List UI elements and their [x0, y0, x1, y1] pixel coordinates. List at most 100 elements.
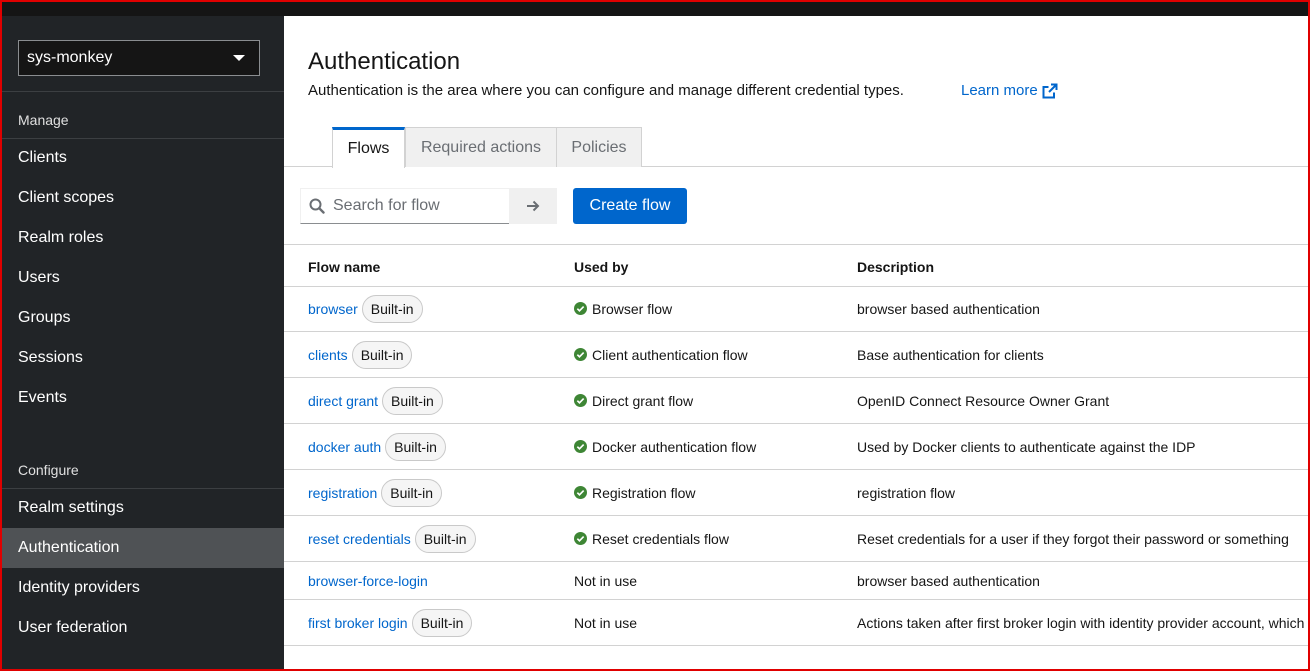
- flow-name-cell: clients Built-in: [308, 332, 413, 377]
- learn-more-label: Learn more: [961, 82, 1038, 99]
- column-header-used-by[interactable]: Used by: [574, 259, 628, 275]
- used-by-label: Direct grant flow: [592, 392, 694, 409]
- flow-name-link[interactable]: reset credentials: [308, 531, 411, 547]
- tab-label: Required actions: [420, 138, 542, 156]
- built-in-badge: Built-in: [385, 432, 446, 461]
- tab-policies[interactable]: Policies: [556, 127, 642, 167]
- sidebar-item-sessions[interactable]: Sessions: [0, 338, 284, 378]
- check-circle-icon: [574, 532, 587, 545]
- tab-required-actions[interactable]: Required actions: [405, 127, 557, 167]
- page-title: Authentication: [308, 48, 461, 75]
- table-row: docker auth Built-in Docker authentication…: [284, 424, 1310, 470]
- built-in-badge: Built-in: [411, 608, 473, 637]
- flow-name-link[interactable]: direct grant: [308, 393, 378, 409]
- built-in-badge: Built-in: [351, 340, 413, 369]
- flow-name-link[interactable]: registration: [308, 485, 377, 501]
- section-title-manage: Manage: [18, 112, 69, 128]
- table-row: browser Built-in Browser flow browser based…: [284, 286, 1310, 332]
- table-row: clients Built-in Client authentication flo…: [284, 332, 1310, 378]
- description-cell: browser based authentication: [857, 572, 1040, 589]
- used-by-cell: Docker authentication flow: [574, 424, 756, 469]
- sidebar-item-label: Events: [18, 389, 67, 406]
- description-cell: browser based authentication: [857, 300, 1040, 317]
- sidebar-item-label: User federation: [18, 619, 128, 636]
- flow-name-cell: direct grant Built-in: [308, 378, 443, 423]
- sidebar-item-label: Realm roles: [18, 229, 104, 246]
- search-input[interactable]: [333, 197, 503, 215]
- sidebar: sys-monkey Manage Clients Client scopes …: [0, 16, 284, 671]
- sidebar-item-authentication[interactable]: Authentication: [0, 528, 284, 568]
- sidebar-item-label: Sessions: [18, 349, 83, 366]
- tab-label: Flows: [347, 140, 390, 157]
- built-in-badge: Built-in: [414, 524, 476, 553]
- sidebar-item-label: Users: [18, 269, 60, 286]
- description-cell: OpenID Connect Resource Owner Grant: [857, 392, 1110, 409]
- check-circle-icon: [574, 486, 587, 499]
- main-content: Authentication Authentication is the are…: [284, 16, 1310, 671]
- used-by-label: Not in use: [574, 572, 638, 589]
- section-title-configure: Configure: [18, 462, 79, 478]
- used-by-label: Browser flow: [592, 300, 673, 317]
- sidebar-item-label: Identity providers: [18, 579, 140, 596]
- table-row: registration Built-in Registration flow reg…: [284, 470, 1310, 516]
- sidebar-item-realm-roles[interactable]: Realm roles: [0, 218, 284, 258]
- sidebar-item-label: Clients: [18, 149, 67, 166]
- sidebar-item-clients[interactable]: Clients: [0, 138, 284, 178]
- create-flow-button[interactable]: Create flow: [573, 188, 687, 224]
- check-circle-icon: [574, 302, 587, 315]
- sidebar-item-label: Groups: [18, 309, 71, 326]
- top-bar: [0, 0, 1310, 16]
- flow-name-cell: docker auth Built-in: [308, 424, 446, 469]
- sidebar-item-user-federation[interactable]: User federation: [0, 608, 284, 648]
- flow-name-cell: browser Built-in: [308, 286, 423, 331]
- flow-name-cell: browser-force-login: [308, 562, 428, 599]
- check-circle-icon: [574, 348, 587, 361]
- table-row: direct grant Built-in Direct grant flow Ope…: [284, 378, 1310, 424]
- toolbar-divider: [284, 244, 1310, 245]
- used-by-cell: Reset credentials flow: [574, 516, 729, 561]
- sidebar-item-realm-settings[interactable]: Realm settings: [0, 488, 284, 528]
- used-by-cell: Not in use: [574, 600, 637, 645]
- tab-label: Policies: [571, 138, 627, 156]
- used-by-label: Registration flow: [592, 484, 696, 501]
- check-circle-icon: [574, 440, 587, 453]
- built-in-badge: Built-in: [381, 478, 443, 507]
- used-by-cell: Direct grant flow: [574, 378, 693, 423]
- flow-name-cell: reset credentials Built-in: [308, 516, 476, 561]
- description-cell: Reset credentials for a user if they for…: [857, 530, 1289, 547]
- external-link-icon: [1042, 83, 1058, 98]
- search-box: [300, 188, 510, 224]
- used-by-label: Reset credentials flow: [592, 530, 729, 547]
- built-in-badge: Built-in: [382, 386, 443, 415]
- arrow-right-icon: [527, 200, 540, 212]
- flow-name-link[interactable]: docker auth: [308, 439, 381, 455]
- realm-selector[interactable]: sys-monkey: [18, 40, 260, 76]
- used-by-cell: Registration flow: [574, 470, 696, 515]
- description-cell: registration flow: [857, 484, 956, 501]
- check-circle-icon: [574, 394, 587, 407]
- table-row: reset credentials Built-in Reset credentia…: [284, 516, 1310, 562]
- table-row: browser-force-login Not in use browser bas…: [284, 562, 1310, 600]
- used-by-cell: Not in use: [574, 562, 637, 599]
- table-row: first broker login Built-in Not in use Acti…: [284, 600, 1310, 646]
- column-header-flow-name[interactable]: Flow name: [308, 259, 380, 275]
- flow-name-link[interactable]: browser: [308, 301, 358, 317]
- flow-name-link[interactable]: first broker login: [308, 615, 408, 631]
- column-header-description[interactable]: Description: [857, 259, 934, 275]
- flow-name-link[interactable]: clients: [308, 347, 348, 363]
- description-cell: Base authentication for clients: [857, 346, 1044, 363]
- search-submit-button[interactable]: [509, 188, 557, 224]
- sidebar-item-label: Client scopes: [18, 189, 115, 206]
- sidebar-item-users[interactable]: Users: [0, 258, 284, 298]
- flow-name-link[interactable]: browser-force-login: [308, 573, 428, 589]
- sidebar-item-events[interactable]: Events: [0, 378, 284, 418]
- tab-flows[interactable]: Flows: [332, 127, 405, 168]
- sidebar-item-client-scopes[interactable]: Client scopes: [0, 178, 284, 218]
- used-by-cell: Browser flow: [574, 286, 672, 331]
- used-by-label: Docker authentication flow: [592, 438, 757, 455]
- sidebar-item-groups[interactable]: Groups: [0, 298, 284, 338]
- used-by-cell: Client authentication flow: [574, 332, 748, 377]
- sidebar-item-identity-providers[interactable]: Identity providers: [0, 568, 284, 608]
- description-cell: Actions taken after first broker login w…: [857, 614, 1305, 631]
- learn-more-link[interactable]: Learn more: [961, 82, 1058, 99]
